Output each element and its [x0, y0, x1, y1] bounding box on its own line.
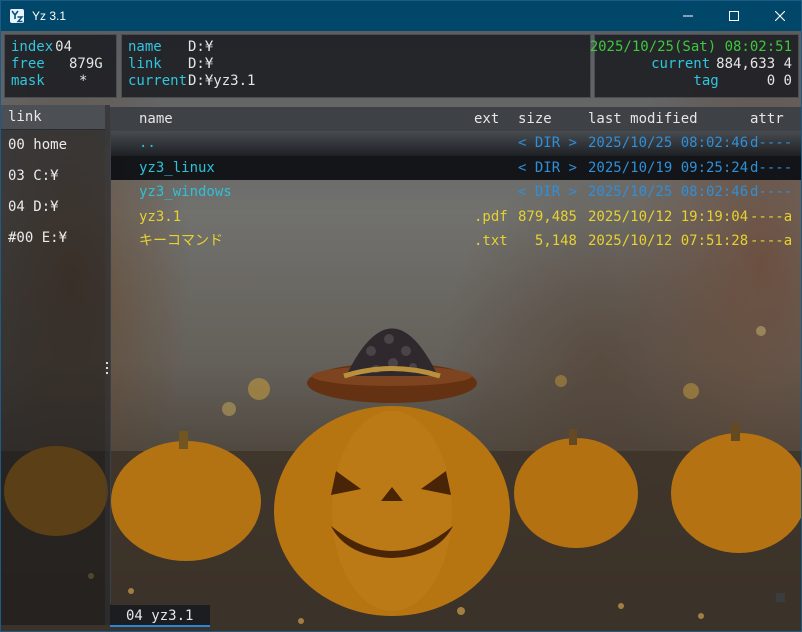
file-name: ..: [139, 135, 156, 151]
column-header-size[interactable]: size: [518, 107, 552, 131]
link-item-d-drive[interactable]: 04 D:¥: [1, 192, 105, 223]
file-modified: 2025/10/25 08:02:46: [588, 135, 749, 151]
file-size: 5,148: [534, 233, 577, 249]
file-row-key-commands[interactable]: キーコマンド .txt 5,148 2025/10/12 07:51:28 --…: [111, 229, 801, 254]
app-window: Yz 3.1 index 04 free 879G mask * name D:…: [0, 0, 802, 632]
file-row-yz3-pdf[interactable]: yz3.1 .pdf 879,485 2025/10/12 19:19:04 -…: [111, 205, 801, 230]
file-name: yz3_windows: [139, 184, 232, 200]
tag-label: tag: [693, 73, 719, 89]
close-button[interactable]: [757, 1, 801, 31]
file-name: キーコマンド: [139, 233, 223, 249]
free-label: free: [11, 56, 45, 72]
minimize-icon: [683, 15, 693, 17]
column-header-attr[interactable]: attr: [750, 107, 784, 131]
path-panel: name D:¥ link D:¥ current D:¥yz3.1: [121, 34, 591, 98]
file-name: yz3_linux: [139, 159, 215, 176]
link-item-home[interactable]: 00 home: [1, 130, 105, 161]
yz-app-icon: [10, 9, 24, 23]
name-value: D:¥: [188, 39, 214, 55]
mask-value: *: [79, 73, 88, 89]
splitter-grip-icon[interactable]: [105, 361, 108, 375]
link-item-e-drive[interactable]: #00 E:¥: [1, 223, 105, 254]
link-item-c-drive[interactable]: 03 C:¥: [1, 161, 105, 192]
file-row-parent[interactable]: .. < DIR > 2025/10/25 08:02:46 d----: [111, 131, 801, 156]
column-header-ext[interactable]: ext: [474, 107, 499, 131]
index-label: index: [11, 39, 54, 55]
file-modified: 2025/10/12 19:19:04: [588, 208, 749, 225]
maximize-button[interactable]: [711, 1, 757, 31]
tag-value: 0 0: [766, 73, 792, 89]
file-row-yz3-windows[interactable]: yz3_windows < DIR > 2025/10/25 08:02:46 …: [111, 180, 801, 205]
current-path: D:¥yz3.1: [188, 73, 256, 89]
file-size: < DIR >: [517, 135, 577, 151]
file-modified: 2025/10/25 08:02:46: [588, 184, 749, 200]
datetime: 2025/10/25(Sat) 08:02:51: [589, 39, 792, 55]
link-header: link: [1, 105, 105, 130]
maximize-icon: [729, 11, 739, 21]
current-count-label: current: [651, 56, 711, 72]
file-modified: 2025/10/12 07:51:28: [588, 233, 749, 249]
file-list: name ext size last modified attr .. < DI…: [110, 107, 801, 603]
file-attr: d----: [750, 135, 793, 151]
file-ext: .pdf: [474, 208, 508, 225]
title-bar[interactable]: Yz 3.1: [1, 1, 801, 31]
file-size: < DIR >: [517, 184, 577, 200]
file-attr: d----: [750, 159, 793, 176]
name-label: name: [128, 39, 162, 55]
file-attr: ----a: [750, 208, 793, 225]
file-list-header: name ext size last modified attr: [111, 107, 801, 131]
tab-bar: 04 yz3.1: [110, 603, 800, 629]
status-panel: index 04 free 879G mask *: [4, 34, 117, 98]
mask-label: mask: [11, 73, 45, 89]
current-label: current: [128, 73, 188, 89]
link-value: D:¥: [188, 56, 214, 72]
free-value: 879G: [69, 56, 103, 72]
close-icon: [775, 11, 785, 21]
column-header-name[interactable]: name: [139, 107, 173, 131]
file-ext: .txt: [474, 233, 508, 249]
file-row-yz3-linux[interactable]: yz3_linux < DIR > 2025/10/19 09:25:24 d-…: [111, 155, 801, 180]
file-attr: d----: [750, 184, 793, 200]
column-header-modified[interactable]: last modified: [588, 107, 698, 131]
window-title: Yz 3.1: [32, 9, 67, 23]
index-value: 04: [55, 39, 73, 55]
file-size: < DIR >: [517, 159, 577, 176]
current-count-value: 884,633 4: [716, 56, 792, 72]
resize-grip-icon[interactable]: [776, 593, 785, 602]
link-panel: link 00 home 03 C:¥ 04 D:¥ #00 E:¥: [1, 105, 105, 625]
file-name: yz3.1: [139, 208, 182, 225]
link-label: link: [128, 56, 162, 72]
tab-yz3-1[interactable]: 04 yz3.1: [110, 605, 210, 627]
file-size: 879,485: [517, 208, 577, 225]
file-attr: ----a: [750, 233, 793, 249]
clock-panel: 2025/10/25(Sat) 08:02:51 current 884,633 …: [590, 34, 799, 98]
file-modified: 2025/10/19 09:25:24: [588, 159, 749, 176]
minimize-button[interactable]: [665, 1, 711, 31]
